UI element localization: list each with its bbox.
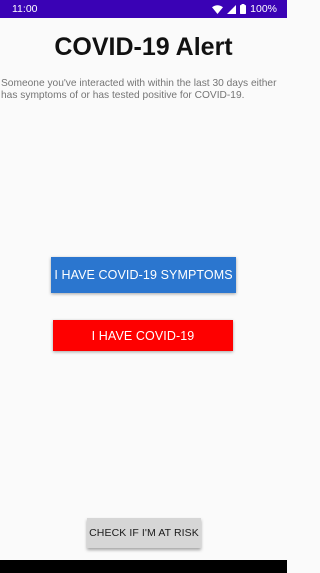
battery-percent: 100% <box>250 3 277 15</box>
battery-icon <box>240 4 247 14</box>
status-bar: 11:00 100% <box>0 0 287 18</box>
status-time: 11:00 <box>12 3 38 15</box>
wifi-icon <box>212 4 224 14</box>
alert-message: Someone you've interacted with within th… <box>1 78 277 101</box>
app-screen: 11:00 100% COVID-19 Alert Someone you've… <box>0 0 287 573</box>
navigation-bar <box>0 560 287 573</box>
have-covid-button[interactable]: I HAVE COVID-19 <box>53 320 233 351</box>
status-icons: 100% <box>212 3 277 15</box>
page-title: COVID-19 Alert <box>54 33 233 61</box>
have-symptoms-button[interactable]: I HAVE COVID-19 SYMPTOMS <box>51 257 236 293</box>
check-risk-button[interactable]: CHECK IF I'M AT RISK <box>87 518 201 548</box>
cell-signal-icon <box>227 4 237 14</box>
